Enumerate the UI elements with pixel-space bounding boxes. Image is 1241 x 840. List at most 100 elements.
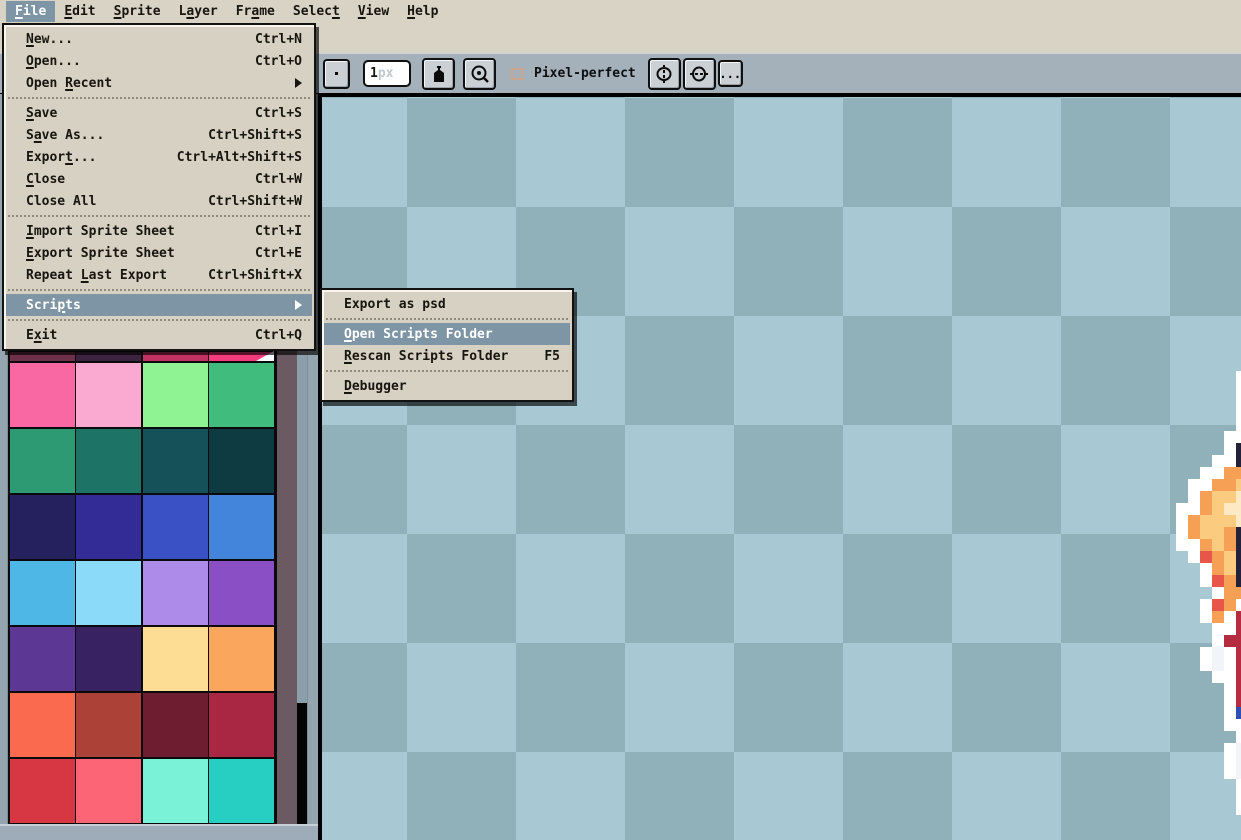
menu-separator	[8, 215, 310, 217]
palette-swatch[interactable]	[76, 429, 141, 493]
selected-swatch-marker	[256, 351, 274, 361]
menubar-item-sprite[interactable]: Sprite	[105, 1, 170, 22]
menu-item-import-sprite-sheet[interactable]: Import Sprite Sheet Ctrl+I	[6, 220, 312, 242]
palette-swatch[interactable]	[143, 495, 208, 559]
menu-item-open-scripts-folder[interactable]: Open Scripts Folder	[324, 323, 570, 345]
palette-swatch[interactable]	[209, 693, 274, 757]
menubar-item-layer[interactable]: Layer	[170, 1, 227, 22]
dynamics-button[interactable]	[463, 57, 496, 90]
menubar-item-frame[interactable]: Frame	[227, 1, 284, 22]
menu-item-debugger[interactable]: Debugger	[324, 375, 570, 397]
menu-item-open-recent[interactable]: Open Recent	[6, 72, 312, 94]
palette-swatch[interactable]	[209, 351, 274, 361]
menu-item-label: Debugger	[344, 378, 407, 394]
menu-item-shortcut: Ctrl+Shift+W	[208, 193, 302, 209]
menu-item-export-as-psd[interactable]: Export as psd	[324, 293, 570, 315]
palette-swatch[interactable]	[143, 693, 208, 757]
menu-item-export-sprite-sheet[interactable]: Export Sprite Sheet Ctrl+E	[6, 242, 312, 264]
menu-bar: File Edit Sprite Layer Frame Select View Help	[0, 0, 1241, 23]
menu-item-save[interactable]: Save Ctrl+S	[6, 102, 312, 124]
menu-item-export[interactable]: Export... Ctrl+Alt+Shift+S	[6, 146, 312, 168]
menu-item-close[interactable]: Close Ctrl+W	[6, 168, 312, 190]
symmetry-horizontal-icon	[690, 66, 709, 81]
palette-swatch[interactable]	[143, 759, 208, 823]
palette-swatch[interactable]	[10, 759, 75, 823]
menu-separator	[8, 289, 310, 291]
palette-swatch[interactable]	[143, 363, 208, 427]
palette-swatch[interactable]	[76, 693, 141, 757]
menu-item-shortcut: F5	[544, 348, 560, 364]
brush-size-value: 1	[370, 66, 378, 81]
menu-item-label: Open Scripts Folder	[344, 326, 493, 342]
symmetry-vertical-icon	[656, 64, 672, 83]
palette-swatch[interactable]	[10, 352, 75, 361]
menubar-item-select[interactable]: Select	[284, 1, 349, 22]
palette-swatch[interactable]	[10, 693, 75, 757]
canvas[interactable]	[322, 97, 1241, 840]
menu-item-open[interactable]: Open... Ctrl+O	[6, 50, 312, 72]
menu-item-new[interactable]: New... Ctrl+N	[6, 28, 312, 50]
menu-item-shortcut: Ctrl+O	[255, 53, 302, 69]
ink-bottle-icon	[433, 65, 444, 82]
menu-item-repeat-last-export[interactable]: Repeat Last Export Ctrl+Shift+X	[6, 264, 312, 286]
palette-swatch[interactable]	[76, 363, 141, 427]
menubar-item-help[interactable]: Help	[398, 1, 447, 22]
menu-separator	[326, 370, 568, 372]
submenu-arrow-icon	[295, 78, 302, 88]
palette-swatch[interactable]	[76, 759, 141, 823]
dynamics-icon	[471, 65, 489, 83]
brush-preview-button[interactable]	[323, 58, 350, 89]
menu-item-label: New...	[26, 31, 73, 47]
menu-item-shortcut: Ctrl+E	[255, 245, 302, 261]
brush-size-input[interactable]: 1 px	[363, 60, 411, 87]
symmetry-options-button[interactable]: ...	[717, 60, 743, 87]
menu-item-scripts[interactable]: Scripts	[6, 294, 312, 316]
menu-item-label: Repeat Last Export	[26, 267, 167, 283]
symmetry-horizontal-button[interactable]	[682, 57, 716, 90]
palette-swatch[interactable]	[10, 429, 75, 493]
palette-swatch[interactable]	[76, 627, 141, 691]
palette-swatch[interactable]	[10, 495, 75, 559]
palette-swatch[interactable]	[10, 561, 75, 625]
palette-swatch[interactable]	[76, 495, 141, 559]
menu-item-close-all[interactable]: Close All Ctrl+Shift+W	[6, 190, 312, 212]
palette-swatch[interactable]	[209, 627, 274, 691]
palette-swatch[interactable]	[143, 352, 208, 361]
palette-swatch[interactable]	[209, 759, 274, 823]
palette-swatch[interactable]	[10, 363, 75, 427]
palette-swatch[interactable]	[76, 352, 141, 361]
menu-item-label: Export as psd	[344, 296, 446, 312]
menubar-item-view[interactable]: View	[349, 1, 398, 22]
palette-swatch[interactable]	[209, 495, 274, 559]
menu-separator	[8, 97, 310, 99]
palette-swatch[interactable]	[143, 627, 208, 691]
palette-swatch[interactable]	[143, 429, 208, 493]
palette-scrollbar-track[interactable]	[297, 703, 307, 824]
palette-swatch[interactable]	[76, 561, 141, 625]
menubar-item-edit[interactable]: Edit	[55, 1, 104, 22]
palette-swatch[interactable]	[209, 429, 274, 493]
menu-item-label: Export...	[26, 149, 97, 165]
symmetry-vertical-button[interactable]	[647, 57, 681, 90]
file-menu: New... Ctrl+N Open... Ctrl+O Open Recent Save…	[2, 23, 316, 351]
menu-item-rescan-scripts-folder[interactable]: Rescan Scripts Folder F5	[324, 345, 570, 367]
palette-swatch[interactable]	[143, 561, 208, 625]
menu-item-exit[interactable]: Exit Ctrl+Q	[6, 324, 312, 346]
menu-item-save-as[interactable]: Save As... Ctrl+Shift+S	[6, 124, 312, 146]
menu-item-label: Open Recent	[26, 75, 113, 91]
pixel-perfect-label: Pixel-perfect	[534, 66, 636, 81]
palette-swatch[interactable]	[209, 363, 274, 427]
aseprite-window: 1 px Pixel-perfect ... File Edit Sprite …	[0, 0, 1241, 840]
ink-button[interactable]	[422, 57, 455, 90]
menu-item-shortcut: Ctrl+Alt+Shift+S	[176, 149, 302, 165]
menu-item-shortcut: Ctrl+Shift+X	[208, 267, 302, 283]
menu-item-shortcut: Ctrl+Q	[255, 327, 302, 343]
menu-item-label: Close	[26, 171, 66, 187]
pixel-perfect-checkbox[interactable]	[511, 67, 523, 80]
palette-swatch[interactable]	[10, 627, 75, 691]
menu-item-label: Rescan Scripts Folder	[344, 348, 509, 364]
menu-item-label: Import Sprite Sheet	[26, 223, 175, 239]
palette-swatch[interactable]	[209, 561, 274, 625]
menubar-item-file[interactable]: File	[6, 1, 56, 22]
menu-item-label: Export Sprite Sheet	[26, 245, 175, 261]
